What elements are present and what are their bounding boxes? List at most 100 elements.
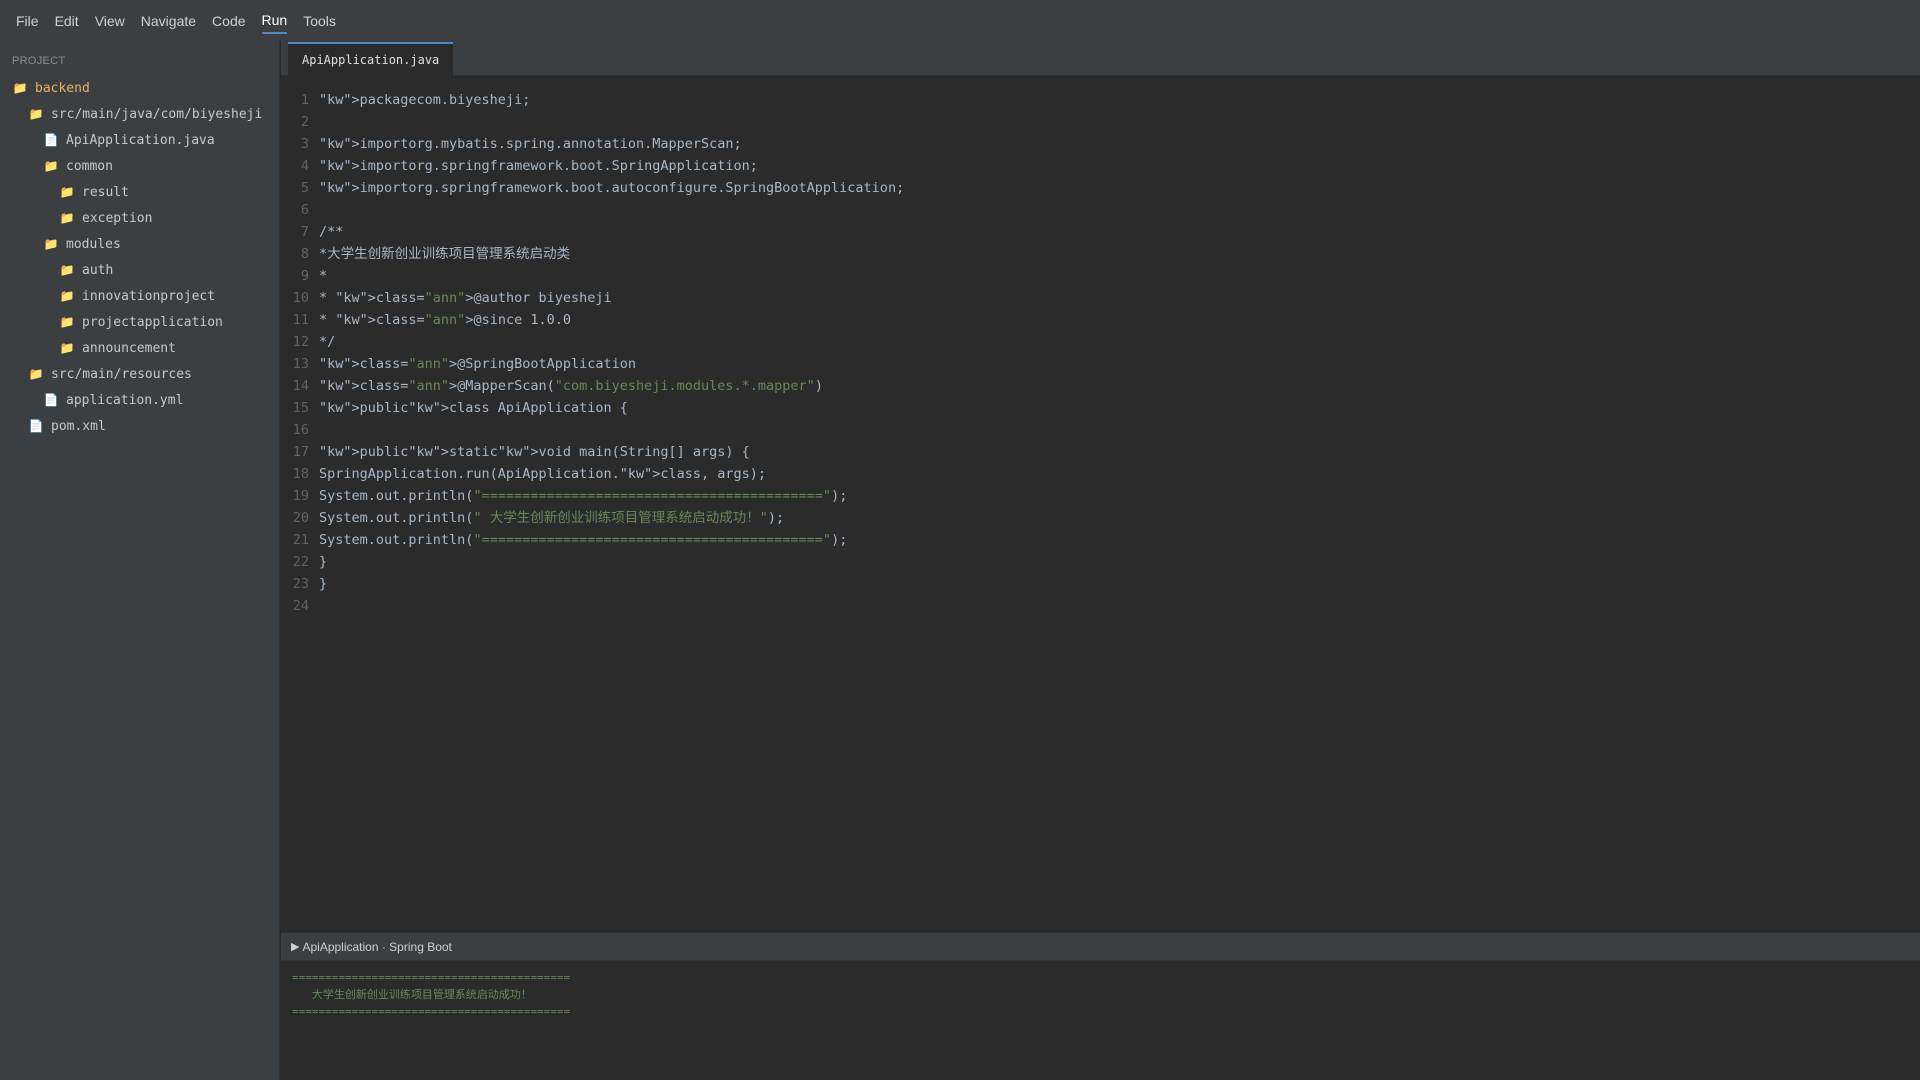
tree-folder[interactable]: 📁 exception xyxy=(0,205,279,231)
tree-folder[interactable]: 📁 result xyxy=(0,179,279,205)
line-number: 17 xyxy=(292,444,309,460)
code-string: "=======================================… xyxy=(473,532,832,548)
line-number: 19 xyxy=(292,488,309,504)
line-number: 16 xyxy=(292,422,309,438)
code-line[interactable]: 3 "kw">importorg.mybatis.spring.annotatio… xyxy=(281,133,1920,155)
tree-item-label: exception xyxy=(82,210,153,226)
code-text: "kw">class="ann">@MapperScan("com.biyesh… xyxy=(319,375,823,397)
line-number: 18 xyxy=(292,466,309,482)
tree-item-label: backend xyxy=(35,80,90,96)
tree-folder[interactable]: 📁 announcement xyxy=(0,335,279,361)
code-line[interactable]: 5 "kw">importorg.springframework.boot.aut… xyxy=(281,177,1920,199)
folder-icon: 📁 xyxy=(59,289,75,303)
code-token: "kw">importorg.mybatis.spring.annotation… xyxy=(319,136,742,152)
code-line[interactable]: 7 /** xyxy=(281,221,1920,243)
tree-item-label: modules xyxy=(66,236,121,252)
menu-edit[interactable]: Edit xyxy=(55,9,79,33)
code-line[interactable]: 17 "kw">public"kw">static"kw">void main(S… xyxy=(281,441,1920,463)
code-line[interactable]: 1 "kw">packagecom.biyesheji; xyxy=(281,89,1920,111)
code-line[interactable]: 19 System.out.println("==================… xyxy=(281,485,1920,507)
tree-folder[interactable]: 📁 innovationproject xyxy=(0,283,279,309)
tree-folder[interactable]: 📁 modules xyxy=(0,231,279,257)
code-line[interactable]: 14 "kw">class="ann">@MapperScan("com.biye… xyxy=(281,375,1920,397)
code-line[interactable]: 12 */ xyxy=(281,331,1920,353)
code-line[interactable]: 9 * xyxy=(281,265,1920,287)
tree-item-label: projectapplication xyxy=(82,314,223,330)
menu-run[interactable]: Run xyxy=(261,8,288,34)
code-text: "kw">class="ann">@SpringBootApplication xyxy=(319,353,636,375)
tree-folder[interactable]: 📁 backend xyxy=(0,75,279,101)
menu-file[interactable]: File xyxy=(16,9,39,33)
code-token: ); xyxy=(767,510,785,526)
code-text: * "kw">class="ann">@author biyesheji xyxy=(319,287,612,309)
menu-code[interactable]: Code xyxy=(212,9,245,33)
folder-icon: 📁 xyxy=(59,263,75,277)
code-token: ); xyxy=(831,532,848,548)
folder-icon: 📁 xyxy=(43,159,59,173)
file-icon: 📄 xyxy=(28,419,44,433)
tree-folder[interactable]: 📁 src/main/resources xyxy=(0,361,279,387)
line-number: 23 xyxy=(292,576,309,592)
code-line[interactable]: 10 * "kw">class="ann">@author biyesheji xyxy=(281,287,1920,309)
folder-icon: 📁 xyxy=(59,315,75,329)
code-token: *大学生创新创业训练项目管理系统启动类 xyxy=(319,246,571,262)
code-line[interactable]: 4 "kw">importorg.springframework.boot.Spr… xyxy=(281,155,1920,177)
tree-item-label: pom.xml xyxy=(51,418,106,434)
code-line[interactable]: 16 xyxy=(281,419,1920,441)
tree-item-label: src/main/resources xyxy=(51,366,192,382)
tree-file[interactable]: 📄 application.yml xyxy=(0,387,279,413)
menu-navigate[interactable]: Navigate xyxy=(141,9,196,33)
tree-folder[interactable]: 📁 src/main/java/com/biyesheji xyxy=(0,101,279,127)
line-number: 14 xyxy=(292,378,309,394)
tree-folder[interactable]: 📁 auth xyxy=(0,257,279,283)
line-number: 4 xyxy=(300,158,309,174)
code-line[interactable]: 21 System.out.println("==================… xyxy=(281,529,1920,551)
tree-file[interactable]: 📄 ApiApplication.java xyxy=(0,127,279,153)
code-line[interactable]: 22} xyxy=(281,551,1920,573)
code-line[interactable]: 20 System.out.println(" 大学生创新创业训练项目管理系统启动… xyxy=(281,507,1920,529)
code-line[interactable]: 15 "kw">public"kw">class ApiApplication { xyxy=(281,397,1920,419)
console-output-line: 大学生创新创业训练项目管理系统启动成功！ xyxy=(292,988,532,1001)
run-console[interactable]: ========================================… xyxy=(281,961,1920,1080)
code-text: "kw">packagecom.biyesheji; xyxy=(319,89,530,111)
tree-item-label: common xyxy=(66,158,113,174)
code-token: "kw">importorg.springframework.boot.auto… xyxy=(319,180,905,196)
line-number: 15 xyxy=(292,400,309,416)
code-text: System.out.println("====================… xyxy=(319,485,847,507)
line-number: 12 xyxy=(292,334,309,350)
tree-file[interactable]: 📄 pom.xml xyxy=(0,413,279,439)
tree-folder[interactable]: 📁 projectapplication xyxy=(0,309,279,335)
code-text: "kw">importorg.mybatis.spring.annotation… xyxy=(319,133,742,155)
code-line[interactable]: 23} xyxy=(281,573,1920,595)
code-line[interactable]: 18 SpringApplication.run(ApiApplication."… xyxy=(281,463,1920,485)
code-line[interactable]: 6 xyxy=(281,199,1920,221)
line-number: 8 xyxy=(300,246,309,262)
code-line[interactable]: 11 * "kw">class="ann">@since 1.0.0 xyxy=(281,309,1920,331)
line-number: 9 xyxy=(300,268,309,284)
line-number: 20 xyxy=(292,510,309,526)
menu-tools[interactable]: Tools xyxy=(303,9,336,33)
code-editor[interactable]: 1 "kw">packagecom.biyesheji; 2 3 "kw">import… xyxy=(281,77,1920,932)
code-token: System.out.println( xyxy=(319,488,474,504)
tree-item-label: result xyxy=(82,184,129,200)
code-line[interactable]: 2 xyxy=(281,111,1920,133)
code-token: "kw">packagecom.biyesheji; xyxy=(319,92,531,108)
line-number: 13 xyxy=(292,356,309,372)
code-line[interactable]: 24 xyxy=(281,595,1920,617)
tab-api-application-java[interactable]: ApiApplication.java xyxy=(288,42,454,76)
menu-view[interactable]: View xyxy=(95,9,125,33)
code-text: "kw">public"kw">static"kw">void main(Str… xyxy=(319,441,750,463)
play-icon[interactable]: ▶ xyxy=(291,940,299,953)
tree-folder[interactable]: 📁 common xyxy=(0,153,279,179)
code-string: "ann" xyxy=(408,356,450,372)
line-number: 21 xyxy=(292,532,309,548)
project-sidebar: PROJECT 📁 backend 📁 src/main/java/com/biyes… xyxy=(0,41,280,1080)
code-line[interactable]: 8 *大学生创新创业训练项目管理系统启动类 xyxy=(281,243,1920,265)
code-token: ); xyxy=(831,488,848,504)
line-number: 3 xyxy=(300,136,309,152)
code-line[interactable]: 13 "kw">class="ann">@SpringBootApplicatio… xyxy=(281,353,1920,375)
line-number: 11 xyxy=(292,312,309,328)
code-text: "kw">public"kw">class ApiApplication { xyxy=(319,397,628,419)
tree-item-label: announcement xyxy=(82,340,176,356)
code-text: } xyxy=(319,573,327,595)
